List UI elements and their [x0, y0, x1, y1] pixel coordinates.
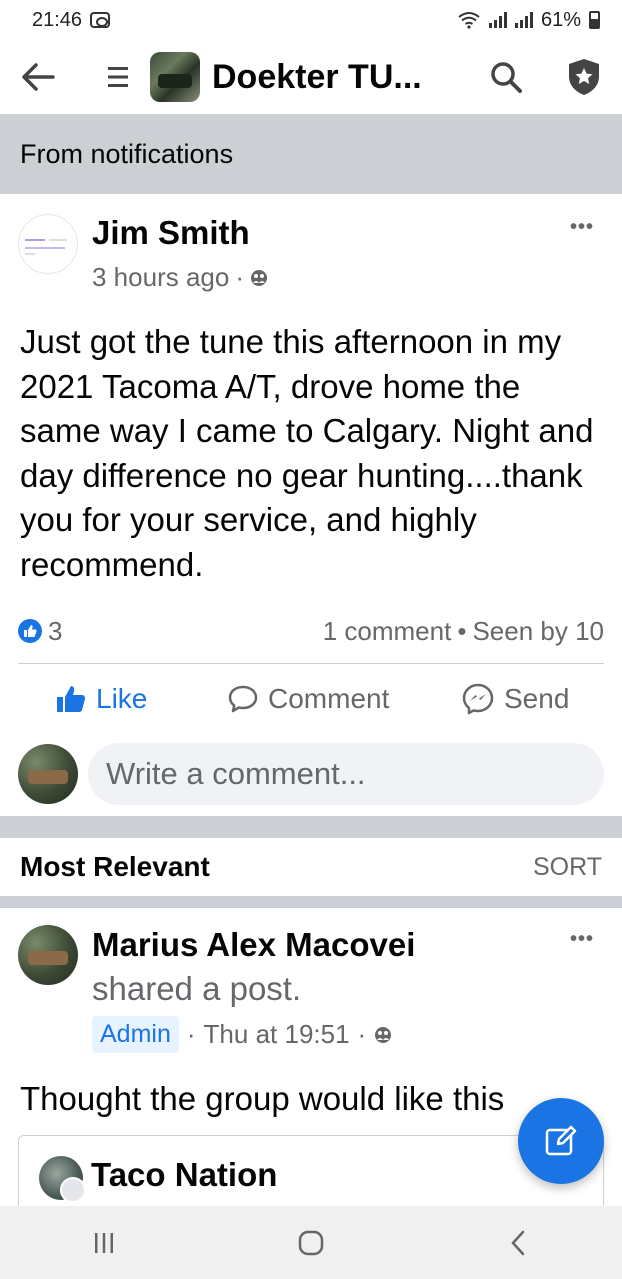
shared-page-avatar [39, 1156, 86, 1203]
status-bar: 21:46 61% [0, 0, 622, 40]
section-separator [0, 816, 622, 838]
comments-sort-bar: Most Relevant SORT [0, 838, 622, 896]
shield-star-icon[interactable] [564, 57, 604, 97]
post-meta: 3 hours ago · [92, 262, 268, 293]
post-time[interactable]: 3 hours ago [92, 262, 229, 293]
comment-icon [228, 685, 258, 713]
comment-button[interactable]: Comment [228, 683, 389, 715]
group-title[interactable]: Doekter TU... [212, 58, 422, 97]
toyota-icon [90, 12, 111, 28]
comment-more-options-icon[interactable]: ••• [570, 928, 594, 951]
group-privacy-icon [375, 1026, 392, 1043]
sort-button[interactable]: SORT [533, 853, 602, 882]
edit-icon [545, 1125, 577, 1156]
menu-icon[interactable] [98, 57, 138, 97]
post-stats: 1 comment • Seen by 10 [323, 616, 604, 647]
author-avatar[interactable] [18, 214, 78, 274]
status-time: 21:46 [32, 8, 83, 31]
seen-count[interactable]: Seen by 10 [472, 616, 604, 647]
system-nav-bar [0, 1206, 622, 1279]
search-icon[interactable] [486, 57, 526, 97]
battery-icon [589, 11, 600, 29]
signal-icon [514, 12, 533, 28]
section-separator [0, 896, 622, 908]
battery-percent: 61% [540, 8, 581, 31]
group-privacy-icon [251, 269, 267, 286]
back-arrow-icon[interactable] [18, 57, 58, 97]
most-relevant-label[interactable]: Most Relevant [20, 851, 210, 883]
comment-time[interactable]: Thu at 19:51 [204, 1019, 350, 1050]
comment-label: Comment [268, 683, 390, 714]
current-user-avatar[interactable] [18, 744, 78, 804]
messenger-icon [462, 683, 494, 715]
post-author-name[interactable]: Jim Smith [92, 214, 250, 252]
signal-icon [488, 12, 507, 28]
group-avatar[interactable] [150, 52, 200, 102]
comment-text: Thought the group would like this [20, 1080, 505, 1117]
shared-post-card[interactable]: Taco Nation [18, 1135, 604, 1210]
back-nav-icon[interactable] [488, 1218, 548, 1268]
post-actions: Like Comment Send [0, 670, 622, 728]
meta-separator: · [235, 262, 244, 292]
shared-page-title[interactable]: Taco Nation [91, 1156, 277, 1194]
meta-separator: · [357, 1019, 367, 1049]
from-notifications-banner: From notifications [0, 114, 622, 194]
like-label: Like [96, 683, 148, 714]
wifi-icon [458, 12, 480, 29]
stats-separator: • [457, 615, 467, 646]
divider [18, 663, 604, 664]
banner-label: From notifications [20, 138, 234, 169]
comment-author-name[interactable]: Marius Alex Macovei [92, 926, 415, 964]
post-body: Just got the tune this afternoon in my 2… [20, 323, 594, 583]
comment-action-text: shared a post. [92, 970, 302, 1007]
status-icons: 61% [457, 9, 600, 32]
comment-author-avatar[interactable] [18, 925, 78, 985]
like-reaction-icon [18, 619, 42, 643]
reaction-count[interactable]: 3 [48, 616, 62, 647]
comment-count[interactable]: 1 comment [323, 616, 452, 647]
post-more-options-icon[interactable]: ••• [570, 216, 594, 239]
send-button[interactable]: Send [462, 683, 569, 715]
thumbs-up-icon [57, 686, 86, 712]
app-bar: Doekter TU... [0, 40, 622, 114]
reactions-row: 3 1 comment • Seen by 10 [18, 610, 604, 652]
compose-post-button[interactable] [518, 1098, 604, 1184]
admin-badge: Admin [92, 1016, 179, 1053]
recent-apps-icon[interactable] [74, 1218, 134, 1268]
send-label: Send [504, 683, 570, 714]
home-icon[interactable] [281, 1218, 341, 1268]
like-button[interactable]: Like [56, 683, 147, 715]
meta-separator: · [186, 1019, 196, 1049]
write-comment-input[interactable]: Write a comment... [88, 743, 604, 805]
write-comment-row: Write a comment... [18, 742, 604, 806]
comment-meta: Admin · Thu at 19:51 · [92, 1016, 392, 1053]
